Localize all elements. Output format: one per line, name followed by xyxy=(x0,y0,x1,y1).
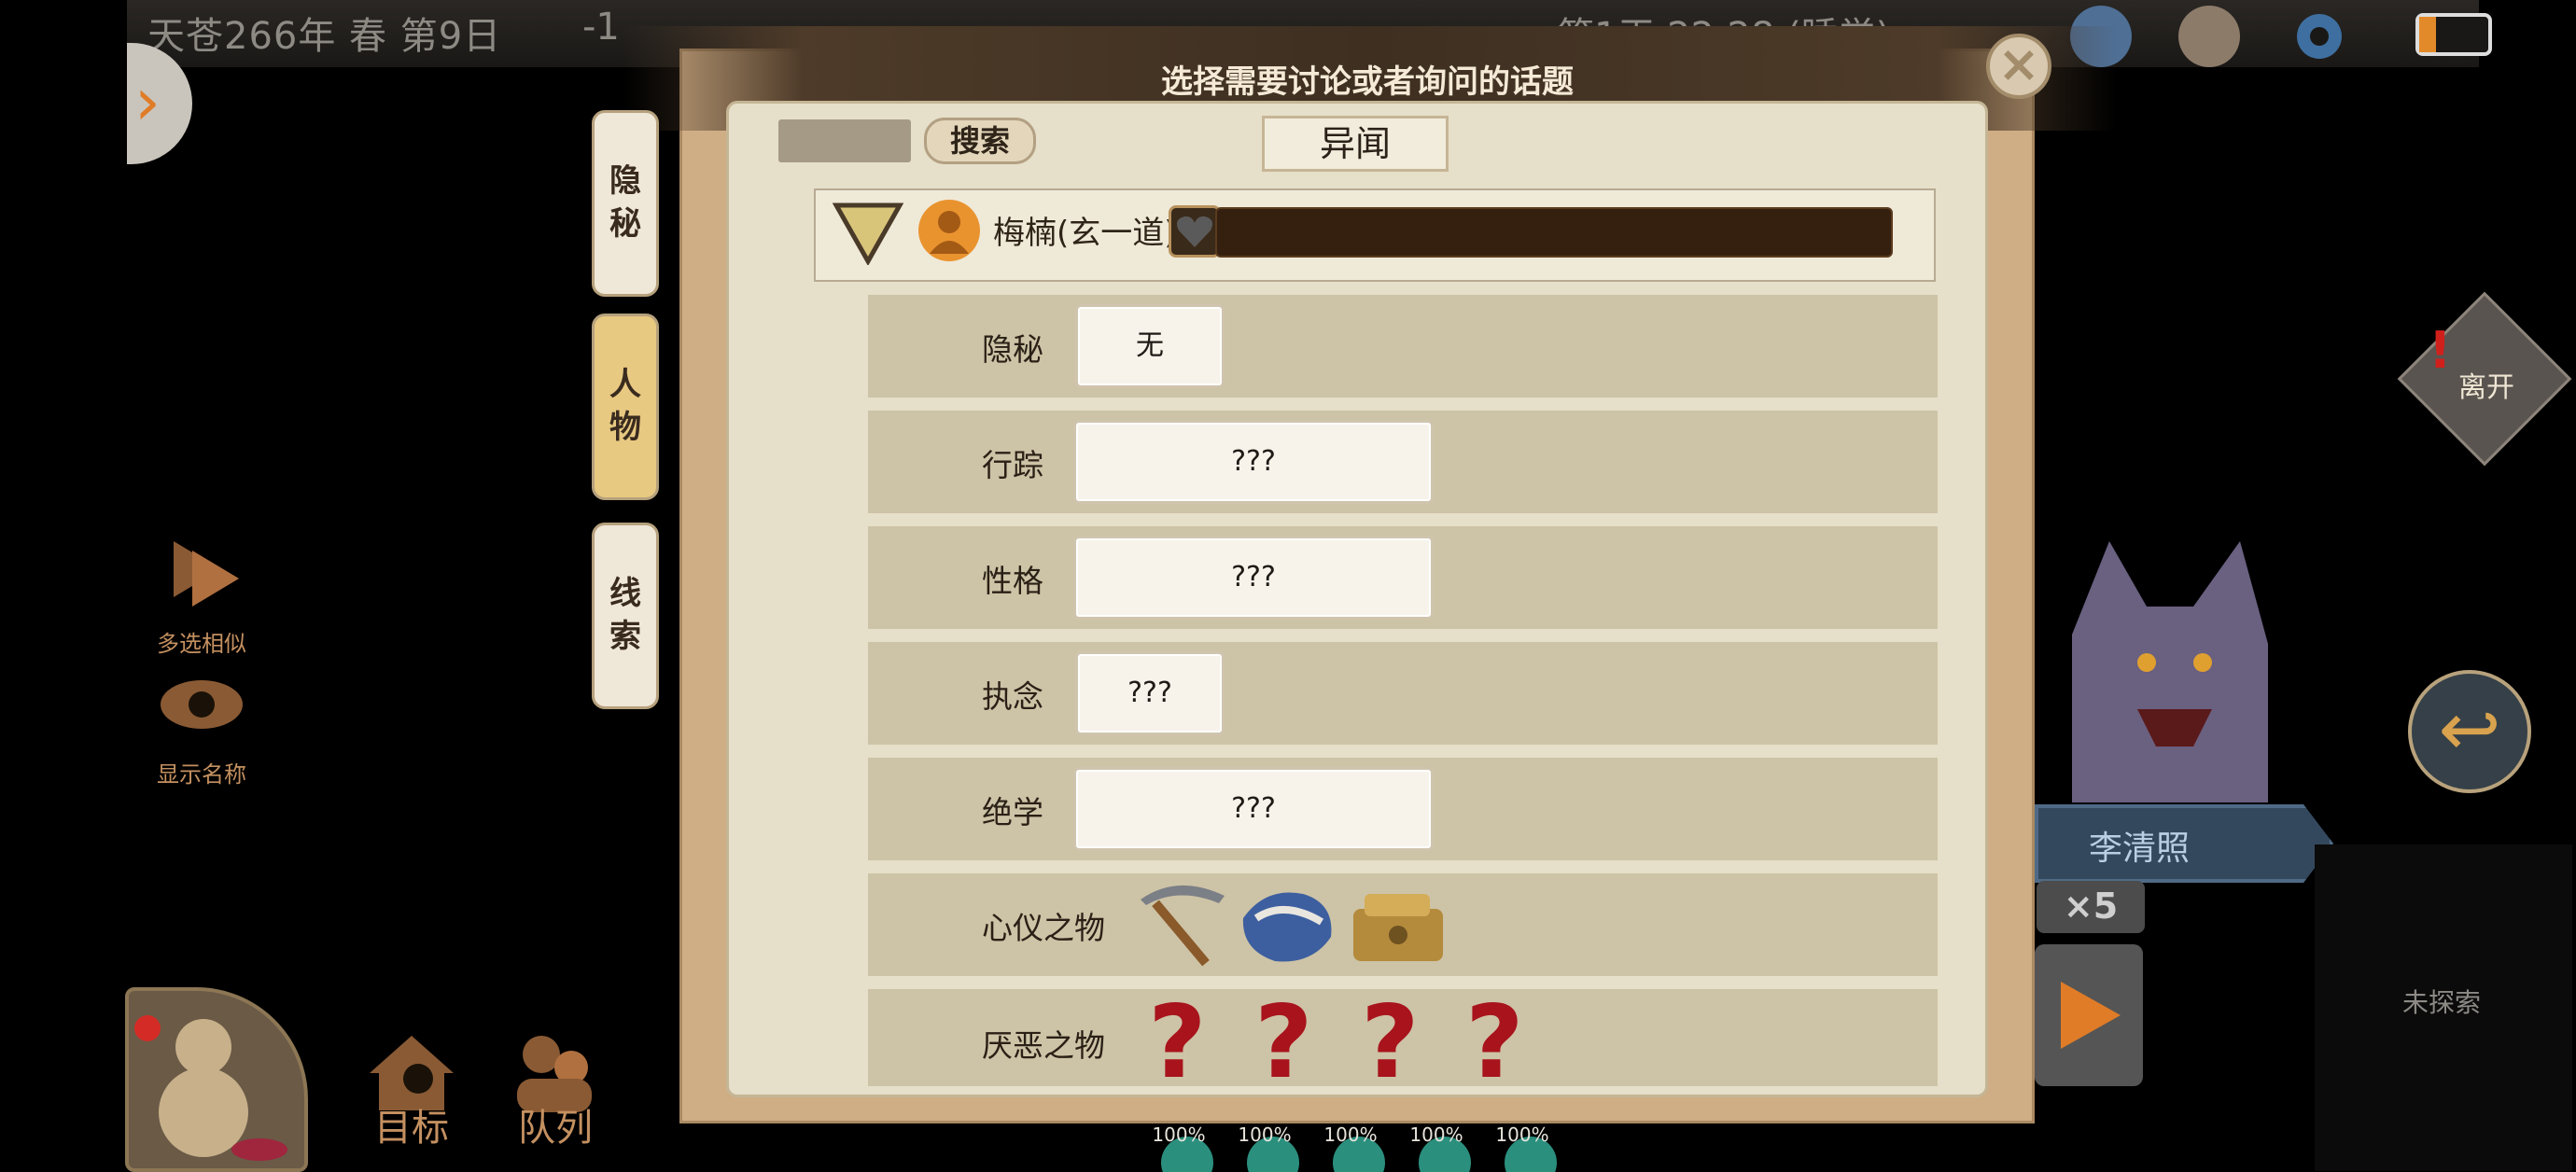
tab-secret[interactable]: 隐秘 xyxy=(592,110,659,297)
return-button[interactable]: ↩ xyxy=(2408,670,2531,793)
attribute-value[interactable]: ??? xyxy=(1073,536,1434,620)
close-icon: × xyxy=(1997,35,2040,93)
play-button[interactable] xyxy=(2035,944,2143,1086)
leave-label: 离开 xyxy=(2458,371,2514,404)
tab-person-label: 人物 xyxy=(609,366,641,446)
show-names-button[interactable]: 显示名称 xyxy=(146,663,258,788)
attribute-value[interactable]: ??? xyxy=(1073,420,1434,504)
multi-select-icon xyxy=(174,541,239,607)
game-date: 天苍266年 春 第9日 xyxy=(147,15,502,58)
target-button[interactable]: 目标 xyxy=(351,1026,472,1151)
attribute-label: 执念 xyxy=(982,678,1043,715)
multiplier-badge: ×5 xyxy=(2037,881,2145,933)
unexplored-label: 未探索 xyxy=(2402,987,2482,1018)
attribute-value[interactable]: ??? xyxy=(1075,651,1225,735)
currency-display: -1 xyxy=(582,6,620,49)
attribute-label: 隐秘 xyxy=(982,331,1043,368)
return-arrow-icon: ↩ xyxy=(2438,686,2501,773)
tab-clue-label: 线索 xyxy=(609,575,641,655)
attribute-label: 性格 xyxy=(982,563,1043,599)
multi-select-button[interactable]: 多选相似 xyxy=(146,532,258,658)
game-screen: 天苍266年 春 第9日 -1 第1天 22:28 (睡觉) › 多选相似 显示… xyxy=(0,0,2576,1172)
palette-icon[interactable] xyxy=(2178,6,2240,67)
queue-button[interactable]: 队列 xyxy=(495,1026,616,1151)
attribute-value[interactable]: ??? xyxy=(1073,767,1434,851)
chevron-right-icon: › xyxy=(134,63,161,140)
battery-icon xyxy=(2415,13,2492,56)
multi-select-label: 多选相似 xyxy=(157,631,246,657)
pickaxe-icon[interactable] xyxy=(1131,877,1234,970)
search-button[interactable]: 搜索 xyxy=(924,118,1036,164)
unknown-item-mark: ? xyxy=(1361,984,1420,1101)
heart-icon xyxy=(1169,205,1221,258)
gourd-icon xyxy=(134,1015,287,1161)
tab-clue[interactable]: 线索 xyxy=(592,523,659,709)
search-input[interactable] xyxy=(778,119,911,162)
tab-person[interactable]: 人物 xyxy=(592,314,659,500)
liked-items-label: 心仪之物 xyxy=(982,910,1105,946)
show-names-label: 显示名称 xyxy=(157,761,246,788)
tab-secret-label: 隐秘 xyxy=(609,162,641,243)
progress-percent: 100% xyxy=(1495,1123,1549,1146)
progress-percent: 100% xyxy=(1238,1123,1292,1146)
affinity-bar xyxy=(1215,207,1893,258)
unexplored-panel: 未探索 xyxy=(2315,844,2572,1171)
cloth-bundle-icon[interactable] xyxy=(1238,881,1340,970)
collapse-triangle-icon[interactable] xyxy=(833,202,903,265)
attribute-label: 行踪 xyxy=(982,447,1043,483)
close-button[interactable]: × xyxy=(1986,34,2051,99)
progress-percent: 100% xyxy=(1152,1123,1206,1146)
progress-percent: 100% xyxy=(1409,1123,1463,1146)
avatar xyxy=(918,200,980,261)
gear-icon[interactable] xyxy=(2289,6,2350,67)
disliked-items-label: 厌恶之物 xyxy=(982,1027,1105,1064)
dialog-title: 选择需要讨论或者询问的话题 xyxy=(1161,63,1574,101)
monster-portrait xyxy=(2072,541,2268,802)
topic-title: 异闻 xyxy=(1262,116,1449,172)
progress-percent: 100% xyxy=(1323,1123,1378,1146)
treasure-chest-icon[interactable] xyxy=(1346,881,1449,970)
npc-name: 李清照 xyxy=(2089,830,2191,868)
unknown-item-mark: ? xyxy=(1254,984,1313,1101)
eye-icon xyxy=(161,680,243,729)
attribute-label: 绝学 xyxy=(982,794,1043,830)
gourd-item-button[interactable] xyxy=(125,987,308,1172)
character-name: 梅楠(玄一道) xyxy=(993,215,1177,252)
npc-name-plate[interactable]: 李清照 xyxy=(2035,804,2333,883)
play-icon xyxy=(2061,982,2121,1049)
unknown-item-mark: ? xyxy=(1465,984,1524,1101)
unknown-item-mark: ? xyxy=(1148,984,1207,1101)
attribute-value[interactable]: 无 xyxy=(1075,304,1225,388)
